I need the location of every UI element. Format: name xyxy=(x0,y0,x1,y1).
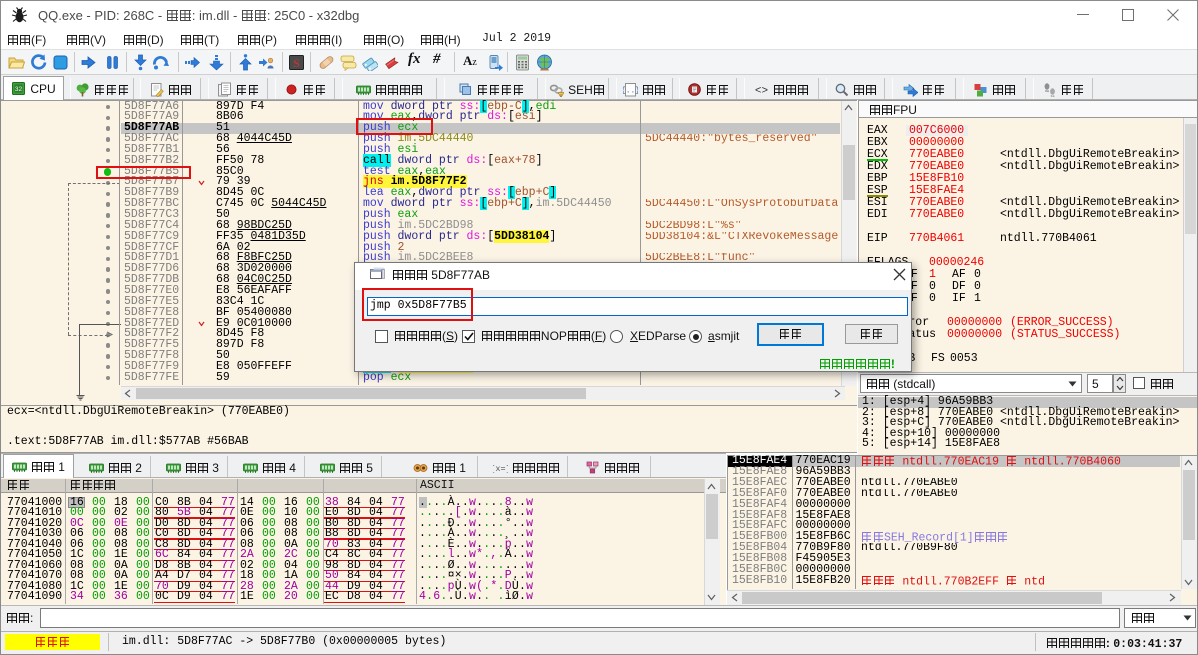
svg-text:S: S xyxy=(293,56,300,70)
svg-text:!: ! xyxy=(561,93,562,97)
svg-text:<>: <> xyxy=(755,86,768,98)
svg-text:32: 32 xyxy=(15,86,23,93)
svg-text:[x=]: [x=] xyxy=(493,464,508,474)
svg-text:{..}: {..} xyxy=(623,87,638,96)
